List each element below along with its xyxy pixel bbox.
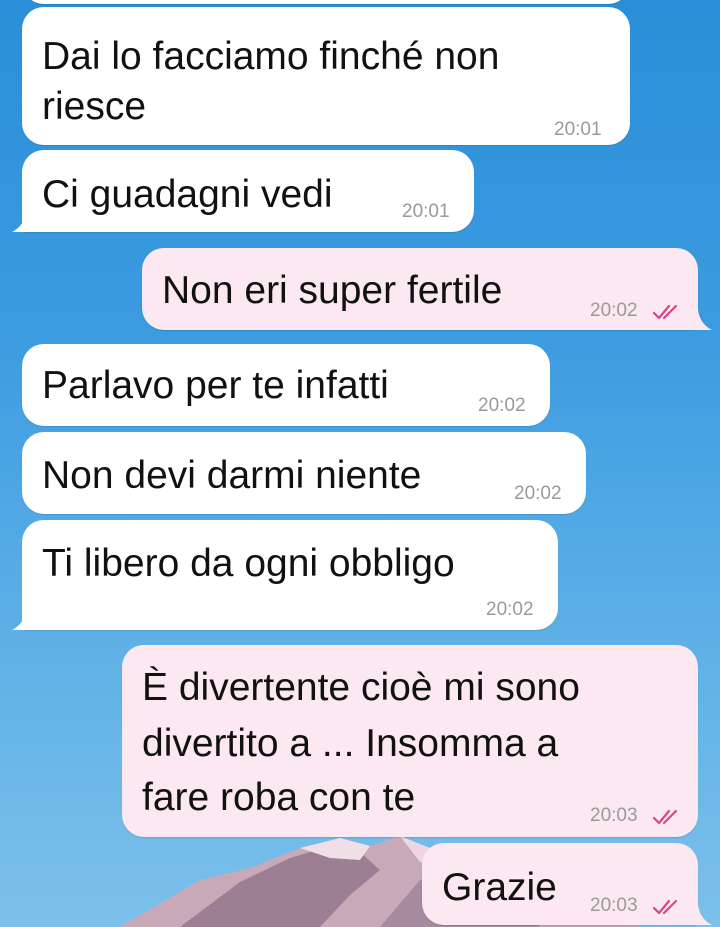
message-timestamp: 20:01 (554, 119, 602, 140)
message-bubble-incoming[interactable]: Ti libero da ogni obbligo 20:02 (22, 520, 558, 630)
message-timestamp: 20:02 (478, 395, 526, 416)
message-text: Grazie (442, 866, 557, 909)
message-bubble-incoming[interactable]: Dai lo facciamo finché non riesce 20:01 (22, 7, 630, 145)
message-text: Ci guadagni vedi (42, 173, 333, 216)
message-text: Non devi darmi niente (42, 454, 422, 497)
message-bubble-outgoing[interactable]: Non eri super fertile 20:02 (142, 248, 698, 330)
message-text: È divertente cioè mi sono (142, 666, 580, 709)
bubble-tail-icon (690, 905, 712, 925)
message-bubble-outgoing[interactable]: È divertente cioè mi sono divertito a ..… (122, 645, 698, 837)
bubble-tail-icon (690, 310, 712, 330)
bubble-tail-icon (12, 610, 34, 630)
double-check-icon (652, 809, 678, 825)
message-text: Parlavo per te infatti (42, 364, 389, 407)
message-bubble-incoming[interactable]: Ci guadagni vedi 20:01 (22, 150, 474, 232)
message-timestamp: 20:03 (590, 805, 638, 826)
message-timestamp: 20:02 (486, 599, 534, 620)
message-text: fare roba con te (142, 776, 416, 819)
message-bubble-incoming[interactable]: Non devi darmi niente 20:02 (22, 432, 586, 514)
bubble-tail-icon (12, 212, 34, 232)
message-bubble-incoming[interactable]: Parlavo per te infatti 20:02 (22, 344, 550, 426)
double-check-icon (652, 899, 678, 915)
message-text: riesce (42, 85, 147, 128)
double-check-icon (652, 304, 678, 320)
message-bubble-partial (22, 0, 630, 4)
message-bubble-outgoing[interactable]: Grazie 20:03 (422, 843, 698, 925)
message-text: divertito a ... Insomma a (142, 722, 559, 765)
message-text: Non eri super fertile (162, 269, 503, 312)
message-timestamp: 20:02 (590, 300, 638, 321)
message-text: Ti libero da ogni obbligo (42, 542, 455, 585)
message-timestamp: 20:01 (402, 201, 450, 222)
message-timestamp: 20:03 (590, 895, 638, 916)
message-timestamp: 20:02 (514, 483, 562, 504)
message-text: Dai lo facciamo finché non (42, 35, 500, 78)
